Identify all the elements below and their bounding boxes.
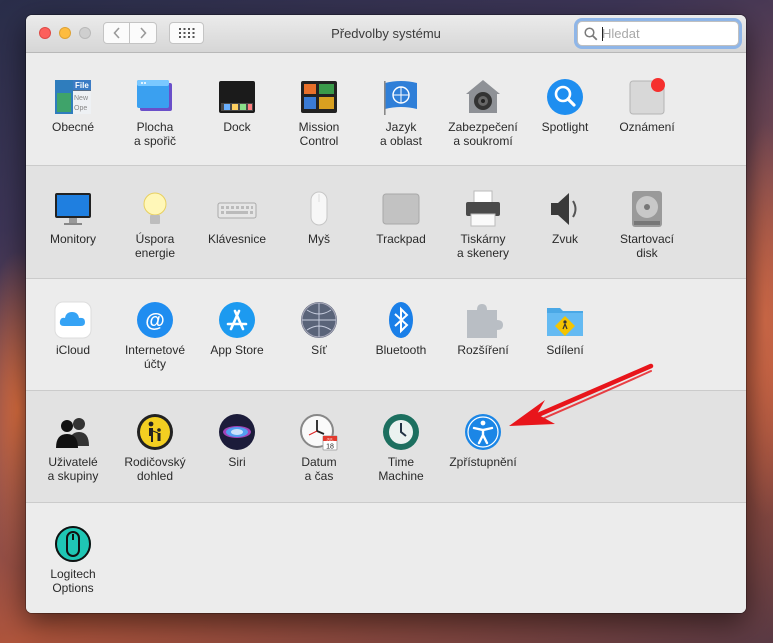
- startup-disk-icon: [632, 191, 662, 227]
- mouse-icon: [310, 191, 328, 226]
- search-input[interactable]: [602, 23, 732, 44]
- pane-label: iCloud: [55, 343, 91, 357]
- pane-label: Tiskárny a skenery: [456, 232, 510, 260]
- section-hardware: Monitory Úspora energie Klávesnice Myš T…: [26, 166, 746, 278]
- text-cursor: [602, 27, 603, 41]
- parental-controls-icon: [137, 414, 173, 450]
- sound-icon: [551, 193, 577, 225]
- pane-label: Obecné: [51, 120, 95, 134]
- calendar-month: JUL: [326, 436, 334, 441]
- time-machine-icon: [383, 414, 419, 450]
- printers-icon: [466, 190, 500, 227]
- chevron-left-icon: [112, 27, 120, 39]
- extensions-icon: [467, 304, 503, 338]
- pane-label: Jazyk a oblast: [379, 120, 423, 148]
- pane-label: Monitory: [49, 232, 96, 246]
- title-bar[interactable]: Předvolby systému: [26, 15, 746, 53]
- zoom-window-button[interactable]: [79, 27, 91, 39]
- pane-label: Trackpad: [376, 232, 426, 246]
- date-time-icon: JUL 18: [300, 414, 338, 451]
- general-icon: File New Ope: [55, 80, 91, 114]
- app-store-icon: [219, 302, 255, 338]
- pane-label: Zabezpečení a soukromí: [448, 120, 518, 148]
- icloud-icon: [54, 301, 92, 339]
- forward-button[interactable]: [130, 22, 157, 44]
- svg-text:File: File: [75, 81, 89, 90]
- pane-label: Oznámení: [619, 120, 675, 134]
- pane-label: Internetové účty: [124, 343, 186, 371]
- svg-text:Ope: Ope: [74, 105, 87, 112]
- pane-label: Spotlight: [541, 120, 589, 134]
- pane-label: Rodičovský dohled: [124, 455, 186, 483]
- pane-label: Zvuk: [551, 232, 578, 246]
- displays-icon: [55, 193, 91, 225]
- section-system: Uživatelé a skupiny Rodičovský dohled Si…: [26, 391, 746, 503]
- logitech-options-icon: [55, 526, 91, 562]
- pane-label: Myš: [308, 232, 330, 246]
- system-preferences-window: Předvolby systému File New Ope Obecné: [26, 15, 746, 613]
- pane-label: App Store: [210, 343, 264, 357]
- pane-label: Siri: [228, 455, 246, 469]
- keyboard-icon: [217, 202, 257, 219]
- dock-icon: [219, 81, 255, 113]
- pane-label: Mission Control: [298, 120, 340, 148]
- pane-label: Síť: [311, 343, 327, 357]
- language-region-icon: [384, 81, 417, 115]
- pane-label: Plocha a spořič: [133, 120, 177, 148]
- pane-label: Startovací disk: [619, 232, 675, 260]
- section-other: Logitech Options: [26, 503, 746, 613]
- accessibility-icon: [465, 414, 501, 450]
- grid-icon: [178, 28, 194, 38]
- pane-label: Datum a čas: [301, 455, 337, 483]
- pane-label: Time Machine: [378, 455, 424, 483]
- internet-accounts-icon: @: [137, 302, 173, 338]
- pane-label: Uživatelé a skupiny: [47, 455, 99, 483]
- trackpad-icon: [382, 193, 420, 225]
- pane-label: Zpřístupnění: [449, 455, 517, 469]
- show-all-button[interactable]: [169, 22, 204, 44]
- pane-label: Dock: [223, 120, 251, 134]
- search-field[interactable]: [577, 21, 739, 46]
- sharing-icon: [547, 308, 583, 336]
- section-personal: File New Ope Obecné Plocha a spořič Dock…: [26, 53, 746, 165]
- close-window-button[interactable]: [39, 27, 51, 39]
- spotlight-icon: [547, 79, 583, 115]
- svg-text:@: @: [145, 310, 165, 332]
- pane-label: Logitech Options: [50, 567, 96, 595]
- chevron-right-icon: [140, 27, 147, 39]
- section-internet-wireless: iCloud @ Internetové účty App Store Síť: [26, 279, 746, 391]
- pane-label: Bluetooth: [375, 343, 427, 357]
- pane-label: Sdílení: [546, 343, 584, 357]
- pane-label: Rozšíření: [457, 343, 509, 357]
- navigation-buttons: [103, 22, 159, 44]
- notifications-icon: [629, 78, 665, 115]
- search-icon: [584, 26, 598, 40]
- bluetooth-icon: [389, 302, 413, 338]
- minimize-window-button[interactable]: [59, 27, 71, 39]
- siri-icon: [219, 414, 255, 450]
- svg-text:New: New: [74, 95, 89, 102]
- pane-label: Úspora energie: [134, 232, 176, 260]
- energy-saver-icon: [143, 192, 167, 224]
- pane-label: Klávesnice: [207, 232, 267, 246]
- users-groups-icon: [56, 418, 89, 448]
- calendar-day: 18: [326, 443, 334, 450]
- security-icon: [466, 80, 500, 113]
- mission-control-icon: [301, 81, 337, 113]
- desktop-screensaver-icon: [137, 80, 172, 111]
- back-button[interactable]: [103, 22, 130, 44]
- network-icon: [301, 302, 337, 338]
